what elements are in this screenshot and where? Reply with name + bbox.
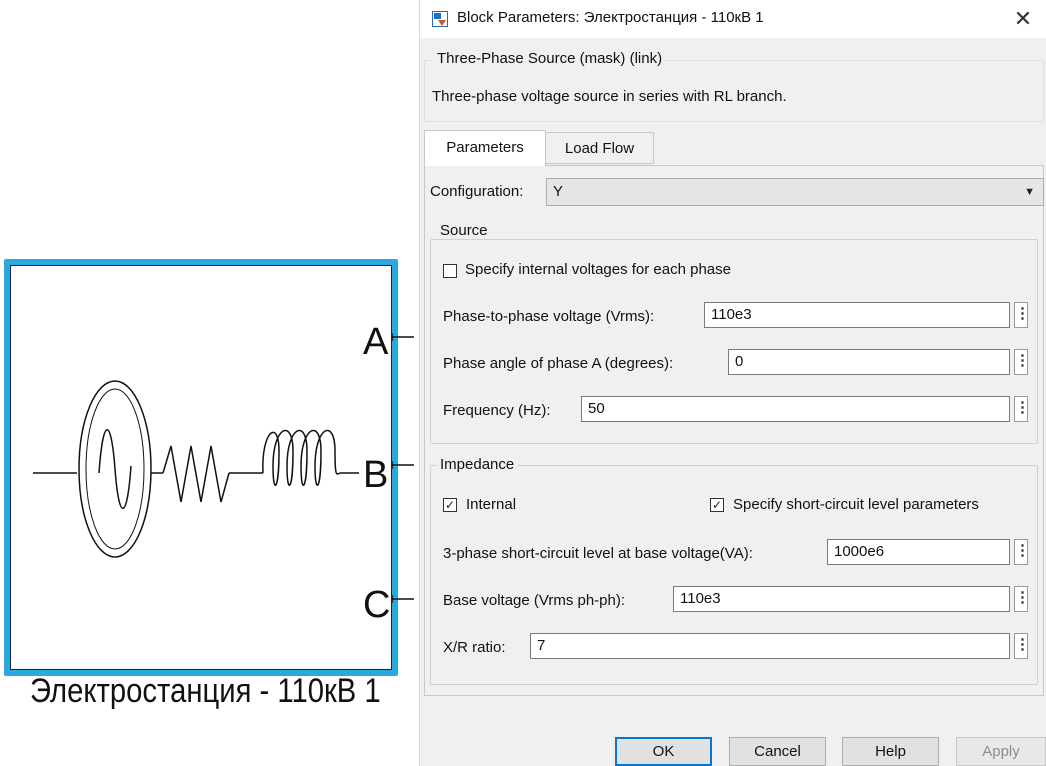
dialog-titlebar[interactable]: Block Parameters: Электростанция - 110кВ… bbox=[420, 0, 1046, 38]
sc-level-label: 3-phase short-circuit level at base volt… bbox=[443, 545, 753, 562]
mask-legend: Three-Phase Source (mask) (link) bbox=[434, 50, 666, 67]
frequency-input[interactable]: 50 bbox=[581, 396, 1010, 422]
port-b-label: B bbox=[363, 454, 388, 496]
sine-wave-icon bbox=[98, 429, 132, 509]
dialog-title: Block Parameters: Электростанция - 110кВ… bbox=[457, 9, 764, 26]
port-c-label: C bbox=[363, 584, 390, 626]
tab-parameters[interactable]: Parameters bbox=[424, 130, 546, 166]
short-circuit-params-checkbox[interactable]: ✓ bbox=[710, 498, 724, 512]
internal-label: Internal bbox=[466, 496, 517, 513]
short-circuit-params-label: Specify short-circuit level parameters bbox=[733, 496, 979, 513]
frequency-label: Frequency (Hz): bbox=[443, 402, 551, 419]
port-stubs bbox=[392, 333, 414, 603]
cancel-button[interactable]: Cancel bbox=[729, 737, 826, 766]
base-voltage-input[interactable]: 110e3 bbox=[673, 586, 1010, 612]
block-schematic: A B C bbox=[33, 321, 390, 626]
sc-level-input[interactable]: 1000e6 bbox=[827, 539, 1010, 565]
phase-angle-input[interactable]: 0 bbox=[728, 349, 1010, 375]
xr-ratio-input[interactable]: 7 bbox=[530, 633, 1010, 659]
chevron-down-icon: ▼ bbox=[1024, 186, 1035, 198]
xr-ratio-label: X/R ratio: bbox=[443, 639, 506, 656]
source-legend: Source bbox=[437, 222, 491, 239]
impedance-legend: Impedance bbox=[437, 456, 518, 473]
block-body: A B C bbox=[10, 265, 392, 670]
three-phase-source-block[interactable]: A B C bbox=[4, 259, 398, 676]
tab-load-flow[interactable]: Load Flow bbox=[546, 132, 654, 164]
block-parameters-dialog: Block Parameters: Электростанция - 110кВ… bbox=[420, 0, 1046, 766]
ok-button[interactable]: OK bbox=[615, 737, 712, 766]
phase-voltage-input[interactable]: 110e3 bbox=[704, 302, 1010, 328]
specify-internal-voltages-label: Specify internal voltages for each phase bbox=[465, 261, 731, 278]
configuration-dropdown[interactable]: Y ▼ bbox=[546, 178, 1044, 206]
internal-checkbox[interactable]: ✓ bbox=[443, 498, 457, 512]
frequency-menu-icon[interactable]: ⋮ bbox=[1014, 396, 1030, 422]
base-voltage-menu-icon[interactable]: ⋮ bbox=[1014, 586, 1030, 612]
phase-voltage-menu-icon[interactable]: ⋮ bbox=[1014, 302, 1030, 328]
base-voltage-label: Base voltage (Vrms ph-ph): bbox=[443, 592, 626, 609]
mask-description-text: Three-phase voltage source in series wit… bbox=[432, 88, 787, 105]
phase-angle-menu-icon[interactable]: ⋮ bbox=[1014, 349, 1030, 375]
inductor-icon bbox=[262, 429, 342, 487]
resistor-icon bbox=[162, 445, 230, 503]
phase-voltage-label: Phase-to-phase voltage (Vrms): bbox=[443, 308, 655, 325]
block-caption: Электростанция - 110кВ 1 bbox=[30, 672, 381, 710]
port-a-label: A bbox=[363, 321, 389, 363]
phase-angle-label: Phase angle of phase A (degrees): bbox=[443, 355, 674, 372]
help-button[interactable]: Help bbox=[842, 737, 939, 766]
close-icon[interactable]: ✕ bbox=[1008, 4, 1038, 34]
sc-level-menu-icon[interactable]: ⋮ bbox=[1014, 539, 1030, 565]
configuration-label: Configuration: bbox=[430, 183, 524, 200]
configuration-value: Y bbox=[553, 183, 564, 200]
simulink-app-icon bbox=[432, 11, 448, 27]
xr-ratio-menu-icon[interactable]: ⋮ bbox=[1014, 633, 1030, 659]
specify-internal-voltages-checkbox[interactable] bbox=[443, 264, 457, 278]
apply-button[interactable]: Apply bbox=[956, 737, 1046, 766]
